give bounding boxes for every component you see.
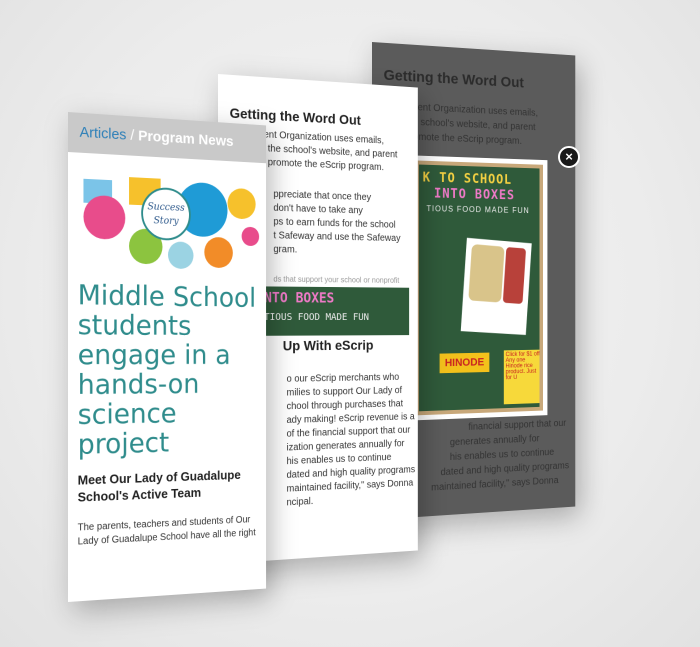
ad-title: K TO SCHOOL [422,170,512,188]
decor-circle [168,241,194,270]
banner-title: NTO BOXES [263,290,335,307]
article-panel-front: Articles / Program News Success Story Mi… [68,112,267,602]
coupon-card[interactable]: Click for $1 off! Any one Hinode rice pr… [503,349,544,405]
badge-circle [142,188,190,241]
success-story-illustration: Success Story [83,177,260,270]
article-title[interactable]: Middle School students engage in a hands… [78,278,266,461]
food-item [502,246,527,305]
article-body: The parents, teachers and students of Ou… [77,514,256,548]
ad-title: INTO BOXES [433,186,515,204]
article-subheading: Meet Our Lady of Guadalupe School's Acti… [77,467,241,505]
brand-logo: HINODE [439,352,490,374]
decor-circle [204,236,233,269]
breadcrumb-current: Program News [138,127,234,150]
breadcrumb-link-articles[interactable]: Articles [80,124,127,144]
decor-circle [83,194,126,240]
bento-photo [460,237,532,335]
breadcrumb-separator: / [126,126,139,145]
food-item [468,244,505,303]
badge-line2: Story [154,215,179,227]
decor-circle [241,226,260,247]
close-icon[interactable]: × [558,146,580,168]
chalkboard-ad: K TO SCHOOL INTO BOXES TIOUS FOOD MADE F… [415,160,544,416]
decor-circle [227,187,256,220]
banner-tagline: TIOUS FOOD MADE FUN [263,312,369,323]
badge-line1: Success [147,201,184,213]
lightbox-image[interactable]: K TO SCHOOL INTO BOXES TIOUS FOOD MADE F… [410,155,548,421]
ad-tagline: TIOUS FOOD MADE FUN [426,204,530,216]
